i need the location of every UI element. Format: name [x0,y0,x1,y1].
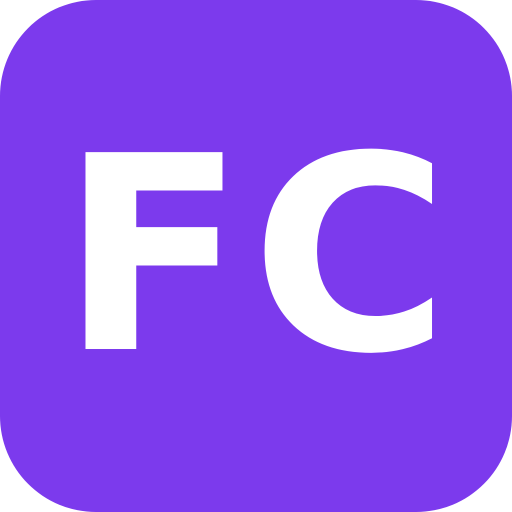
app-icon-tile: FC [0,0,512,512]
app-monogram: FC [60,98,456,413]
